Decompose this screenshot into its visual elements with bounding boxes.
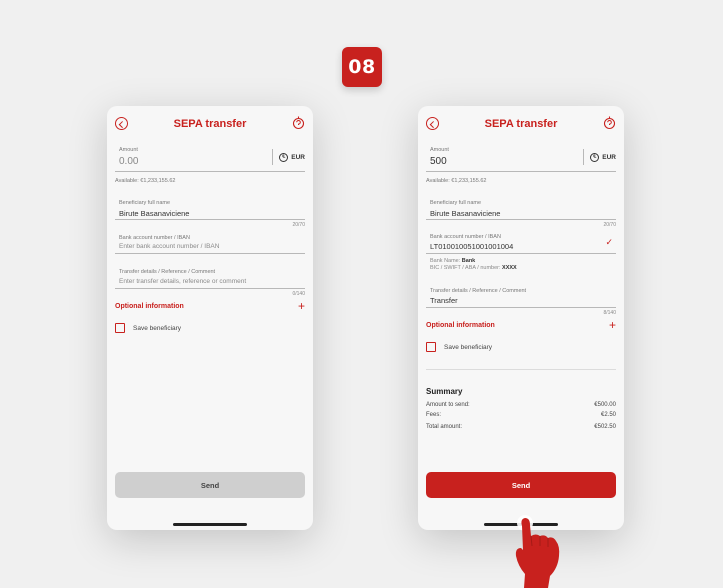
details-counter: 8/140 bbox=[603, 310, 616, 316]
plus-icon[interactable]: + bbox=[298, 300, 305, 312]
currency-label: EUR bbox=[602, 153, 616, 161]
plus-icon[interactable]: + bbox=[609, 319, 616, 331]
iban-label: Bank account number / IBAN bbox=[119, 235, 190, 241]
bic-label: BIC / SWIFT / ABA / number: bbox=[430, 265, 501, 271]
step-badge: 08 bbox=[342, 47, 382, 87]
divider bbox=[115, 288, 305, 289]
divider bbox=[426, 219, 616, 220]
divider bbox=[426, 307, 616, 308]
amount-input[interactable]: 500 bbox=[430, 156, 447, 167]
home-indicator bbox=[173, 523, 247, 526]
summary-row: Total amount: €502.50 bbox=[426, 424, 616, 430]
available-balance: Available: €1,233,155.62 bbox=[426, 178, 487, 184]
beneficiary-label: Beneficiary full name bbox=[119, 200, 171, 206]
amount-label: Amount bbox=[119, 147, 138, 153]
divider bbox=[426, 369, 616, 370]
details-label: Transfer details / Reference / Comment bbox=[430, 288, 527, 294]
summary-label: Amount to send: bbox=[426, 402, 470, 408]
summary-value: €502.50 bbox=[594, 424, 616, 430]
save-beneficiary-label: Save beneficiary bbox=[133, 325, 182, 332]
divider bbox=[115, 171, 305, 172]
help-icon[interactable] bbox=[603, 116, 616, 130]
euro-icon: € bbox=[279, 152, 289, 162]
send-button[interactable]: Send bbox=[426, 472, 616, 498]
summary-row: Fees: €2.50 bbox=[426, 412, 616, 418]
optional-info-label[interactable]: Optional information bbox=[426, 322, 495, 329]
phone-screen-empty: SEPA transfer Amount 0.00 € EUR Availabl… bbox=[107, 106, 313, 530]
beneficiary-input[interactable]: Birute Basanaviciene bbox=[430, 209, 500, 218]
details-counter: 0/140 bbox=[292, 291, 305, 297]
save-beneficiary-checkbox[interactable] bbox=[115, 323, 125, 333]
iban-input[interactable]: Enter bank account number / IBAN bbox=[119, 243, 219, 250]
check-icon: ✓ bbox=[605, 237, 613, 247]
summary-label: Fees: bbox=[426, 412, 442, 418]
summary-value: €500.00 bbox=[594, 402, 616, 408]
iban-label: Bank account number / IBAN bbox=[430, 234, 501, 240]
phone-screen-filled: SEPA transfer Amount 500 € EUR Available… bbox=[418, 106, 624, 530]
save-beneficiary-checkbox[interactable] bbox=[426, 342, 436, 352]
bank-name-value: Bank bbox=[461, 258, 476, 264]
summary-label: Total amount: bbox=[426, 424, 463, 430]
beneficiary-counter: 20/70 bbox=[292, 222, 305, 228]
beneficiary-counter: 20/70 bbox=[603, 222, 616, 228]
page-title: SEPA transfer bbox=[173, 118, 247, 130]
page-title: SEPA transfer bbox=[484, 118, 558, 130]
hand-pointer-icon bbox=[515, 515, 560, 588]
bic-value: XXXX bbox=[502, 265, 517, 271]
divider bbox=[426, 171, 616, 172]
bank-name-info: Bank Name: Bank bbox=[430, 258, 475, 264]
currency-label: EUR bbox=[291, 153, 305, 161]
beneficiary-input[interactable]: Birute Basanaviciene bbox=[119, 209, 189, 218]
help-icon[interactable] bbox=[292, 116, 305, 130]
bank-name-label: Bank Name: bbox=[430, 258, 461, 264]
amount-input[interactable]: 0.00 bbox=[119, 156, 138, 167]
currency-selector[interactable]: € EUR bbox=[272, 149, 305, 165]
divider bbox=[426, 253, 616, 254]
summary-title: Summary bbox=[426, 387, 463, 396]
beneficiary-label: Beneficiary full name bbox=[430, 200, 482, 206]
euro-icon: € bbox=[590, 152, 600, 162]
details-input[interactable]: Transfer bbox=[430, 296, 458, 305]
summary-row: Amount to send: €500.00 bbox=[426, 402, 616, 408]
details-label: Transfer details / Reference / Comment bbox=[119, 269, 216, 275]
divider bbox=[115, 253, 305, 254]
save-beneficiary-label: Save beneficiary bbox=[444, 344, 493, 351]
divider bbox=[115, 219, 305, 220]
available-balance: Available: €1,233,155.62 bbox=[115, 178, 176, 184]
optional-info-label[interactable]: Optional information bbox=[115, 303, 184, 310]
bic-info: BIC / SWIFT / ABA / number: XXXX bbox=[430, 265, 517, 271]
amount-label: Amount bbox=[430, 147, 449, 153]
summary-value: €2.50 bbox=[600, 412, 616, 418]
send-button[interactable]: Send bbox=[115, 472, 305, 498]
details-input[interactable]: Enter transfer details, reference or com… bbox=[119, 278, 246, 285]
iban-input[interactable]: LT010010051001001004 bbox=[430, 242, 513, 251]
currency-selector[interactable]: € EUR bbox=[583, 149, 616, 165]
